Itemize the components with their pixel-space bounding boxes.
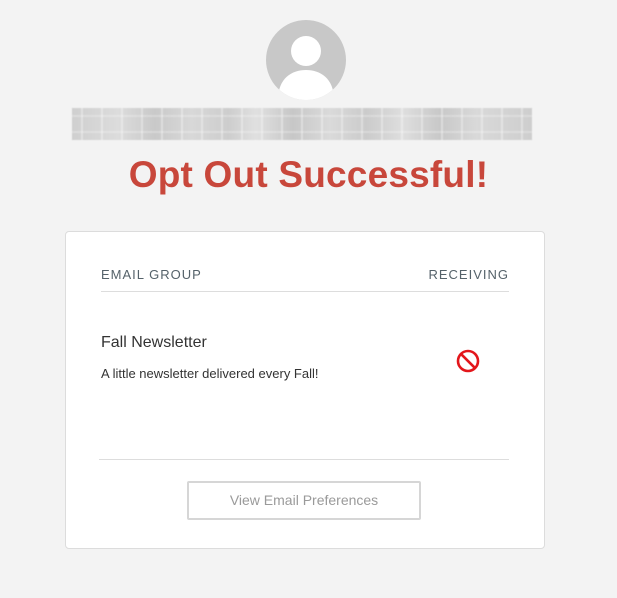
column-header-receiving: RECEIVING xyxy=(428,267,509,282)
email-group-description: A little newsletter delivered every Fall… xyxy=(101,366,319,381)
page-title: Opt Out Successful! xyxy=(128,154,489,195)
footer-divider xyxy=(99,459,509,460)
column-header-email-group: EMAIL GROUP xyxy=(101,267,202,282)
view-email-preferences-button[interactable]: View Email Preferences xyxy=(187,481,421,520)
header-divider xyxy=(101,291,509,292)
avatar xyxy=(266,20,346,100)
subscription-card: EMAIL GROUP RECEIVING Fall Newsletter A … xyxy=(65,231,545,549)
not-allowed-icon xyxy=(456,349,480,373)
user-silhouette-icon xyxy=(278,36,334,100)
email-group-name: Fall Newsletter xyxy=(101,334,207,351)
redacted-recipient-name xyxy=(72,108,532,140)
